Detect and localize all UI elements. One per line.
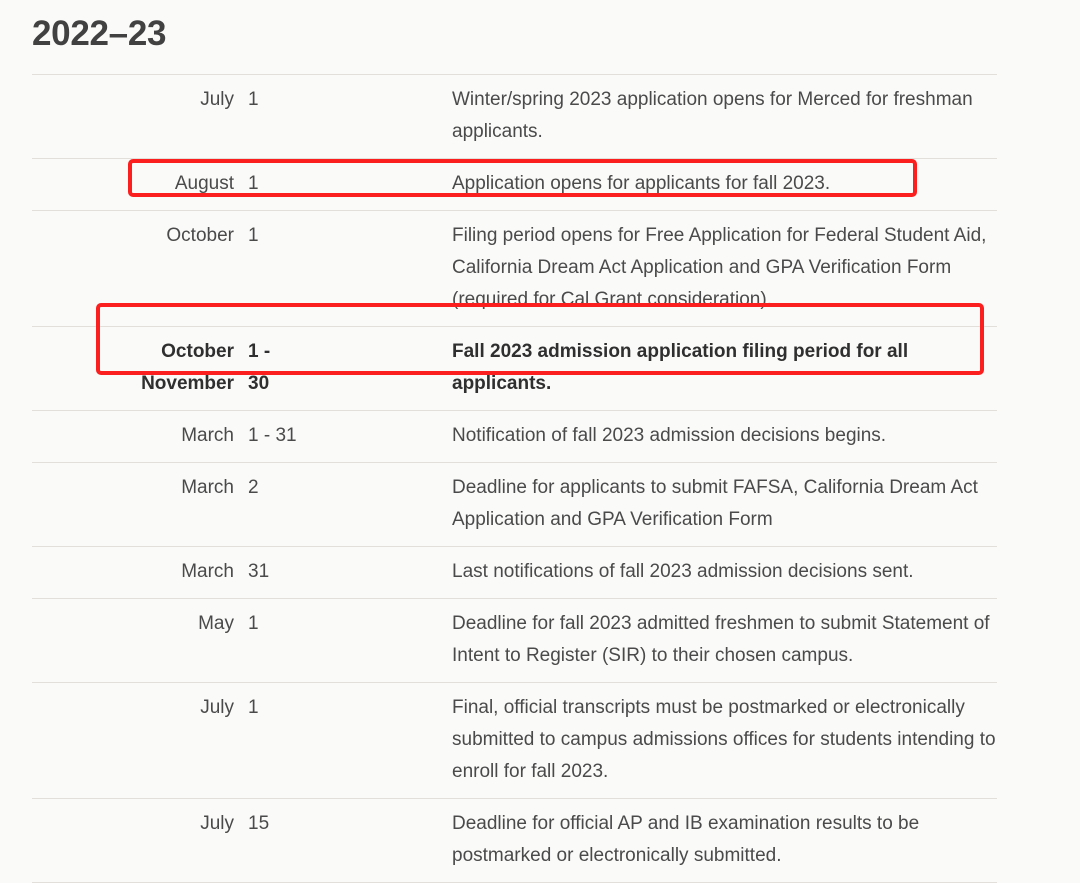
- table-body: July 1 Winter/spring 2023 application open…: [32, 74, 997, 883]
- cell-description: Application opens for applicants for fal…: [452, 173, 831, 194]
- cell-month: July: [200, 813, 234, 834]
- cell-month: October: [166, 225, 234, 246]
- table-row: October November 1 -30 Fall 2023 admission …: [32, 326, 997, 411]
- table-row: March 31 Last notifications of fall 2023 a…: [32, 546, 997, 599]
- cell-month: May: [198, 613, 234, 634]
- cell-description: Deadline for applicants to submit FAFSA,…: [452, 477, 978, 530]
- cell-description: Winter/spring 2023 application opens for…: [452, 89, 973, 142]
- table-row: July 1 Winter/spring 2023 application open…: [32, 74, 997, 159]
- cell-day: 1: [248, 697, 259, 718]
- cell-description: Last notifications of fall 2023 admissio…: [452, 561, 914, 582]
- cell-day: 15: [248, 813, 270, 834]
- cell-description: Deadline for fall 2023 admitted freshmen…: [452, 613, 990, 666]
- cell-day: 1 - 31: [248, 425, 297, 446]
- cell-description: Deadline for official AP and IB examinat…: [452, 813, 920, 866]
- table-row: August 1 Application opens for applicants …: [32, 158, 997, 211]
- cell-day: 1: [248, 173, 259, 194]
- cell-day: 1: [248, 613, 259, 634]
- table-row: March 1 - 31 Notification of fall 2023 adm…: [32, 410, 997, 463]
- cell-day: 1: [248, 225, 259, 246]
- cell-description: Final, official transcripts must be post…: [452, 697, 996, 782]
- cell-description: Filing period opens for Free Application…: [452, 225, 987, 310]
- table-row: July 15 Deadline for official AP and IB ex…: [32, 798, 997, 883]
- cell-day: 31: [248, 561, 270, 582]
- calendar-page: 2022–23 July 1 Winter/spring 2023 applicat…: [0, 0, 1080, 883]
- cell-month: July: [200, 89, 234, 110]
- cell-month: July: [200, 697, 234, 718]
- cell-month: August: [174, 173, 234, 194]
- admission-calendar-table: July 1 Winter/spring 2023 application open…: [32, 74, 997, 883]
- cell-day: 1 -30: [248, 341, 271, 394]
- cell-day: 1: [248, 89, 259, 110]
- cell-description: Fall 2023 admission application filing p…: [452, 341, 909, 394]
- cell-day: 2: [248, 477, 259, 498]
- table-row: July 1 Final, official transcripts must be…: [32, 682, 997, 799]
- cell-month: March: [181, 561, 234, 582]
- table-row: October 1 Filing period opens for Free App…: [32, 210, 997, 327]
- cell-month: October November: [141, 341, 234, 394]
- cell-description: Notification of fall 2023 admission deci…: [452, 425, 887, 446]
- cell-month: March: [181, 425, 234, 446]
- cell-month: March: [181, 477, 234, 498]
- table-row: March 2 Deadline for applicants to submit …: [32, 462, 997, 547]
- page-title: 2022–23: [32, 14, 167, 53]
- table-row: May 1 Deadline for fall 2023 admitted fres…: [32, 598, 997, 683]
